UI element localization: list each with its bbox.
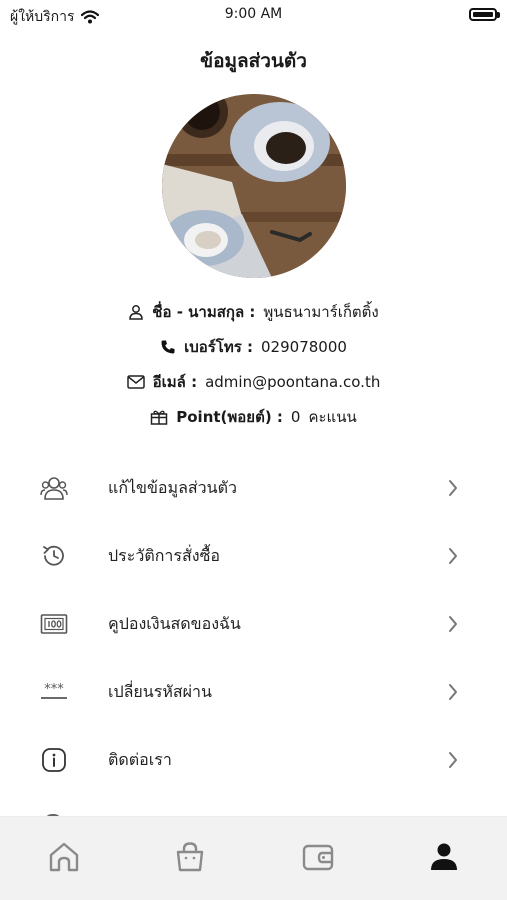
chevron-right-icon — [449, 616, 457, 632]
chevron-right-icon — [449, 752, 457, 768]
nav-profile[interactable] — [424, 837, 464, 877]
menu-label: แก้ไขข้อมูลส่วนตัว — [108, 477, 237, 497]
menu-item-contact-us[interactable]: ติดต่อเรา — [0, 730, 507, 790]
profile-icon — [431, 843, 457, 870]
history-icon — [38, 540, 70, 572]
phone-label: เบอร์โทร : — [184, 338, 254, 356]
nav-shop[interactable] — [170, 837, 210, 877]
menu-label: คูปองเงินสดของฉัน — [108, 613, 241, 633]
menu-label: ติดต่อเรา — [108, 749, 172, 769]
wallet-icon — [302, 844, 334, 871]
nav-home[interactable] — [44, 837, 84, 877]
menu-item-order-history[interactable]: ประวัติการสั่งซื้อ — [0, 526, 507, 586]
menu-label: เปลี่ยนรหัสผ่าน — [108, 681, 212, 701]
profile-email-row: อีเมล์ : admin@poontana.co.th — [0, 370, 507, 394]
status-bar: ผู้ให้บริการ 9:00 AM — [0, 0, 507, 30]
point-unit: คะแนน — [308, 408, 357, 426]
avatar-photo — [162, 94, 346, 278]
email-label: อีเมล์ : — [152, 373, 198, 391]
name-value: พูนธนามาร์เก็ตติ้ง — [263, 303, 379, 321]
home-icon — [49, 842, 79, 872]
clock: 9:00 AM — [224, 6, 283, 22]
page-title: ข้อมูลส่วนตัว — [200, 50, 307, 72]
phone-value: 029078000 — [261, 338, 347, 356]
nav-wallet[interactable] — [298, 837, 338, 877]
coupon-icon — [38, 608, 70, 640]
svg-text:***: *** — [44, 682, 64, 697]
users-icon — [38, 472, 70, 504]
menu-item-change-password[interactable]: *** เปลี่ยนรหัสผ่าน — [0, 662, 507, 722]
chevron-right-icon — [449, 480, 457, 496]
name-label: ชื่อ - นามสกุล : — [152, 303, 256, 321]
menu-item-coupons[interactable]: คูปองเงินสดของฉัน — [0, 594, 507, 654]
chevron-right-icon — [449, 684, 457, 700]
menu-item-edit-profile[interactable]: แก้ไขข้อมูลส่วนตัว — [0, 458, 507, 518]
point-label: Point(พอยต์) : — [176, 408, 283, 426]
info-icon — [38, 744, 70, 776]
email-value: admin@poontana.co.th — [205, 373, 381, 391]
bag-icon — [176, 842, 204, 872]
point-value: 0 — [290, 408, 301, 426]
menu-label: ประวัติการสั่งซื้อ — [108, 545, 221, 565]
password-icon: *** — [38, 676, 70, 708]
avatar — [162, 94, 346, 278]
profile-phone-row: เบอร์โทร : 029078000 — [0, 335, 507, 359]
phone-icon — [161, 340, 175, 354]
mail-icon — [126, 375, 145, 389]
person-icon — [129, 305, 144, 320]
bottom-nav — [0, 816, 507, 900]
profile-point-row: Point(พอยต์) : 0 คะแนน — [0, 405, 507, 429]
profile-name-row: ชื่อ - นามสกุล : พูนธนามาร์เก็ตติ้ง — [0, 300, 507, 324]
battery-icon — [469, 8, 500, 21]
chevron-right-icon — [449, 548, 457, 564]
gift-icon — [151, 410, 168, 425]
